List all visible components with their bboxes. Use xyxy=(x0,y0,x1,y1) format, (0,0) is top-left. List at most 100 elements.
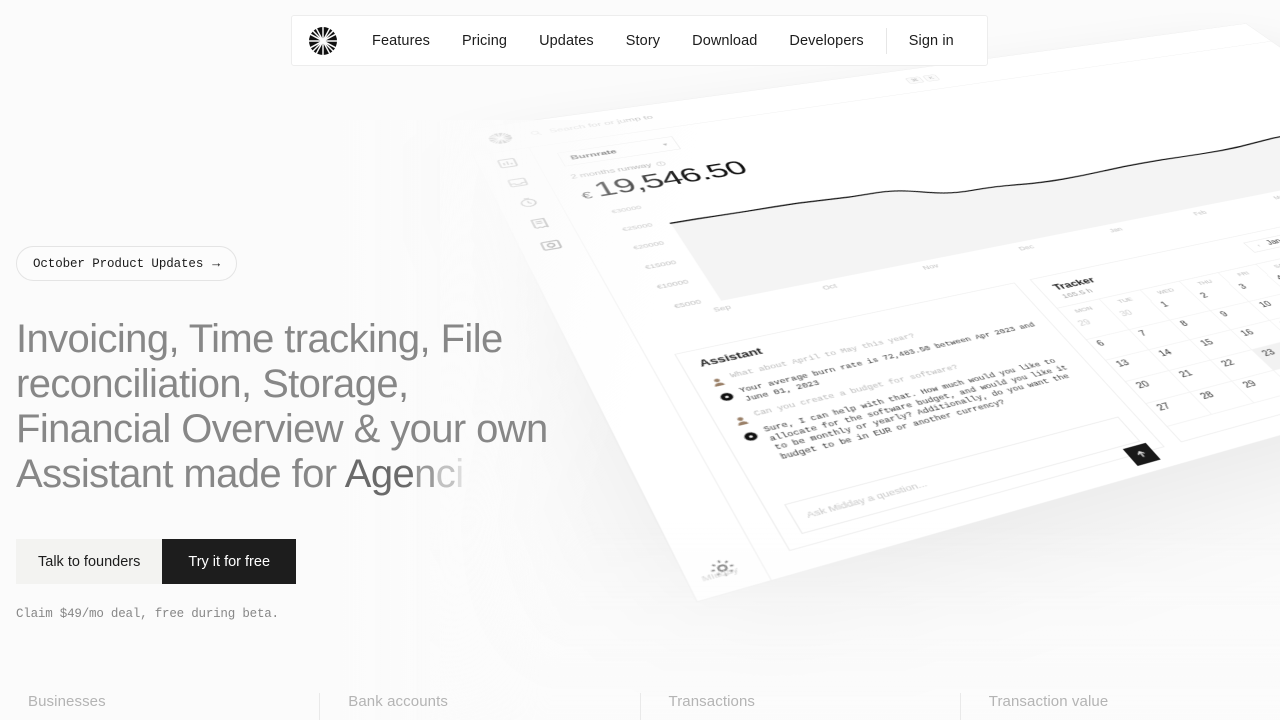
calendar-day-cell[interactable]: 6 xyxy=(1086,329,1150,361)
calendar-day-cell[interactable]: 2 xyxy=(1191,283,1250,311)
settings-gear-icon[interactable] xyxy=(705,556,740,581)
calendar-day-cell[interactable]: 14 xyxy=(1149,339,1212,371)
hero-section: October Product Updates → Invoicing, Tim… xyxy=(16,246,636,621)
stat-transaction-value: Transaction value xyxy=(959,693,1280,720)
calendar-day-cell[interactable]: 30 xyxy=(1274,360,1280,392)
chat-message-text: Sure, I can help with that. How much wou… xyxy=(762,358,1072,462)
weekday-label: TUE xyxy=(1099,290,1152,311)
kbd-k: K xyxy=(922,74,941,82)
assistant-avatar-icon xyxy=(717,390,736,402)
assistant-input[interactable]: Ask Midday a question... xyxy=(783,416,1161,535)
burnrate-filter-label: Burnrate xyxy=(569,148,619,162)
burnrate-chart: €30000 €25000 €20000 €15000 €10000 €5000 xyxy=(591,92,1280,337)
nav-item-developers[interactable]: Developers xyxy=(773,16,879,66)
nav-item-features[interactable]: Features xyxy=(356,16,446,66)
calendar-grid: 2930123456789101112131415161718192021222… xyxy=(1068,258,1280,427)
weekday-label: FRI xyxy=(1218,264,1269,284)
headline-line-4: Assistant made for xyxy=(16,452,345,496)
chat-message-text: What about April to May this year? xyxy=(729,333,918,380)
calendar-day-cell[interactable]: 17 xyxy=(1270,311,1280,340)
calendar-day-cell[interactable]: 22 xyxy=(1211,349,1275,382)
calendar-day-cell[interactable]: 10 xyxy=(1249,292,1280,321)
user-avatar-icon xyxy=(708,375,726,387)
calendar-day-cell[interactable]: 7 xyxy=(1129,320,1191,351)
tracker-card: Tracker 165.5 h ‹ Jan › MON xyxy=(1029,223,1280,443)
assistant-card: Assistant What about April to May this y… xyxy=(674,282,1165,552)
assistant-card-header: Assistant xyxy=(676,283,1032,378)
landing-page: Features Pricing Updates Story Download … xyxy=(0,0,1280,720)
send-button[interactable] xyxy=(1122,442,1161,466)
stat-label: Bank accounts xyxy=(348,693,448,710)
sign-in-button[interactable]: Sign in xyxy=(893,16,970,66)
dashboard-cards: Assistant What about April to May this y… xyxy=(674,188,1280,552)
chevron-down-icon: ▾ xyxy=(661,141,669,147)
calendar-day-cell[interactable]: 4 xyxy=(1267,266,1280,293)
calendar-day-cell[interactable]: 13 xyxy=(1106,350,1170,382)
calendar-day-cell[interactable]: 21 xyxy=(1169,360,1233,393)
prev-month-icon[interactable]: ‹ xyxy=(1255,243,1263,248)
send-arrow-icon xyxy=(1133,449,1150,460)
overview-chart-icon[interactable] xyxy=(495,157,520,169)
calendar-day-cell[interactable]: 27 xyxy=(1146,392,1212,427)
inbox-icon[interactable] xyxy=(505,176,530,189)
dashboard-logo-icon xyxy=(485,131,515,146)
nav-item-story[interactable]: Story xyxy=(610,16,676,66)
chat-message-text: Can you create a budget for software? xyxy=(752,364,961,419)
currency-symbol: € xyxy=(579,190,594,202)
calendar-day-cell[interactable]: 1 xyxy=(1151,292,1211,321)
y-tick: €5000 xyxy=(672,298,703,310)
stat-transactions: Transactions xyxy=(639,693,960,720)
product-updates-badge[interactable]: October Product Updates → xyxy=(16,246,237,281)
try-it-for-free-button[interactable]: Try it for free xyxy=(162,539,297,584)
calendar-day-cell[interactable]: 23 xyxy=(1252,339,1280,371)
weekday-label: SAT xyxy=(1256,256,1280,275)
nav-item-download[interactable]: Download xyxy=(676,16,773,66)
calendar-day-cell[interactable]: 30 xyxy=(1110,301,1171,330)
stat-label: Businesses xyxy=(28,693,106,710)
calendar-day-cell[interactable]: 16 xyxy=(1231,320,1280,350)
tracker-clock-icon[interactable] xyxy=(516,196,542,209)
calendar-day-cell[interactable]: 28 xyxy=(1190,381,1255,415)
nav-item-pricing[interactable]: Pricing xyxy=(446,16,523,66)
weekday-label: WED xyxy=(1140,281,1192,302)
chat-message-text: Your average burn rate is 72,483.50 betw… xyxy=(738,322,1038,403)
assistant-avatar-icon xyxy=(741,429,760,442)
calendar-day-cell[interactable]: 3 xyxy=(1229,274,1280,302)
calendar-day-cell[interactable]: 9 xyxy=(1210,301,1271,331)
dashboard-search-placeholder: Search for or jump to xyxy=(547,114,655,134)
assistant-input-placeholder: Ask Midday a question... xyxy=(804,479,930,520)
chat-message: Your average burn rate is 72,483.50 betw… xyxy=(717,321,1046,409)
claim-note: Claim $49/mo deal, free during beta. xyxy=(16,607,279,621)
chat-message: Sure, I can help with that. How much wou… xyxy=(740,355,1090,468)
tracker-hours: 165.5 h xyxy=(1059,287,1096,301)
calendar-day-cell[interactable]: 29 xyxy=(1232,370,1280,404)
x-tick: Dec xyxy=(1016,243,1036,252)
headline-line-3: Financial Overview & your own xyxy=(16,407,548,451)
calendar-day-cell[interactable]: 15 xyxy=(1190,330,1253,361)
info-icon[interactable]: i xyxy=(654,160,667,167)
stat-businesses: Businesses xyxy=(0,693,319,720)
invoices-icon[interactable] xyxy=(526,217,552,231)
brand-logo-icon[interactable] xyxy=(308,26,338,56)
y-tick: €10000 xyxy=(655,278,690,291)
dashboard-search-input[interactable]: Search for or jump to ⌘ K xyxy=(527,71,944,140)
x-tick: Sep xyxy=(711,303,733,314)
burnrate-filter-dropdown[interactable]: Burnrate ▾ xyxy=(556,136,682,167)
stats-strip: Businesses Bank accounts Transactions Tr… xyxy=(0,693,1280,720)
badge-label: October Product Updates xyxy=(33,256,204,271)
stat-label: Transaction value xyxy=(988,693,1109,710)
chart-x-axis: Sep Oct Nov Dec Jan Feb Mar Apr May xyxy=(711,164,1280,314)
weekday-label: MON xyxy=(1057,299,1111,320)
nav-item-updates[interactable]: Updates xyxy=(523,16,610,66)
cta-row: Talk to founders Try it for free xyxy=(16,539,636,584)
calendar-day-cell[interactable]: 8 xyxy=(1170,310,1232,340)
calendar-day-cell[interactable]: 29 xyxy=(1068,310,1130,340)
amount-value: 19,546.50 xyxy=(588,157,752,201)
assistant-title: Assistant xyxy=(696,346,765,369)
tracker-card-header: Tracker 165.5 h ‹ Jan › xyxy=(1031,224,1280,308)
main-navigation: Features Pricing Updates Story Download … xyxy=(291,15,988,66)
typed-text-dark: Age xyxy=(344,452,415,496)
calendar-day-cell[interactable]: 20 xyxy=(1125,370,1191,404)
talk-to-founders-button[interactable]: Talk to founders xyxy=(16,539,163,584)
arrow-right-icon: → xyxy=(212,256,220,271)
